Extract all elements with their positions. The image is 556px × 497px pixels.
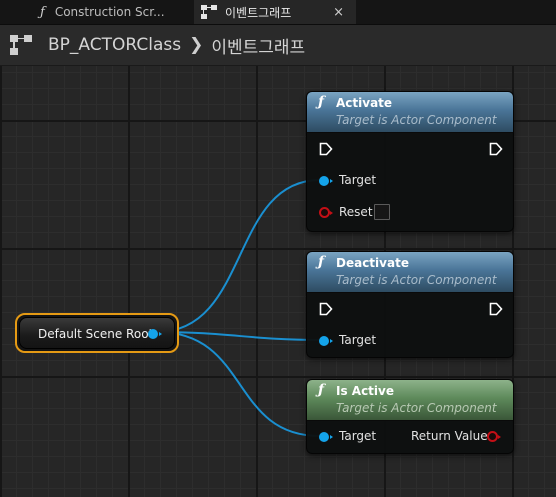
return-value-pin[interactable] (487, 431, 501, 442)
node-subtitle: Target is Actor Component (336, 113, 497, 127)
return-value-label: Return Value (411, 429, 488, 443)
node-header: ƒ Deactivate Target is Actor Component (307, 252, 513, 293)
node-subtitle: Target is Actor Component (336, 273, 497, 287)
variable-node-body: Default Scene Root (19, 317, 175, 349)
node-title: Is Active (336, 384, 394, 398)
function-icon: ƒ (40, 4, 45, 20)
reset-pin-label: Reset (339, 205, 373, 219)
target-pin-label: Target (339, 333, 377, 347)
target-pin[interactable] (319, 432, 333, 442)
event-graph-icon (10, 35, 32, 55)
event-graph-icon (201, 5, 217, 19)
tab-event-graph[interactable]: 이벤트그래프 × (194, 0, 356, 24)
chevron-right-icon: ❯ (189, 35, 204, 55)
target-pin[interactable] (319, 336, 333, 346)
function-icon: ƒ (318, 254, 325, 270)
exec-out-pin-icon[interactable] (489, 142, 503, 156)
breadcrumb-class[interactable]: BP_ACTORClass (48, 35, 181, 55)
variable-label: Default Scene Root (38, 327, 154, 341)
function-icon: ƒ (318, 94, 325, 110)
target-pin-label: Target (339, 429, 377, 443)
exec-in-pin-icon[interactable] (319, 302, 333, 316)
tab-label: 이벤트그래프 (225, 5, 292, 20)
exec-out-pin-icon[interactable] (489, 302, 503, 316)
node-subtitle: Target is Actor Component (336, 401, 497, 415)
target-pin[interactable] (319, 176, 333, 186)
reset-checkbox[interactable] (374, 204, 390, 220)
tab-label: Construction Scr... (54, 5, 165, 19)
is-active-node[interactable]: ƒ Is Active Target is Actor Component Ta… (306, 379, 514, 454)
activate-node[interactable]: ƒ Activate Target is Actor Component Tar… (306, 91, 514, 232)
target-pin-label: Target (339, 173, 377, 187)
default-scene-root-node[interactable]: Default Scene Root (15, 313, 179, 353)
tab-bar: ƒ Construction Scr... 이벤트그래프 × (0, 0, 556, 25)
breadcrumb-graph[interactable]: 이벤트그래프 (211, 33, 305, 58)
deactivate-node[interactable]: ƒ Deactivate Target is Actor Component T… (306, 251, 514, 358)
node-header: ƒ Activate Target is Actor Component (307, 92, 513, 133)
close-icon[interactable]: × (333, 5, 344, 20)
breadcrumb: BP_ACTORClass ❯ 이벤트그래프 (0, 25, 556, 66)
node-header: ƒ Is Active Target is Actor Component (307, 380, 513, 421)
variable-output-pin[interactable] (148, 329, 162, 339)
tab-construction-script[interactable]: ƒ Construction Scr... (0, 0, 194, 24)
function-icon: ƒ (318, 382, 325, 398)
node-title: Activate (336, 96, 393, 110)
exec-in-pin-icon[interactable] (319, 142, 333, 156)
reset-pin[interactable] (319, 207, 333, 218)
node-title: Deactivate (336, 256, 409, 270)
